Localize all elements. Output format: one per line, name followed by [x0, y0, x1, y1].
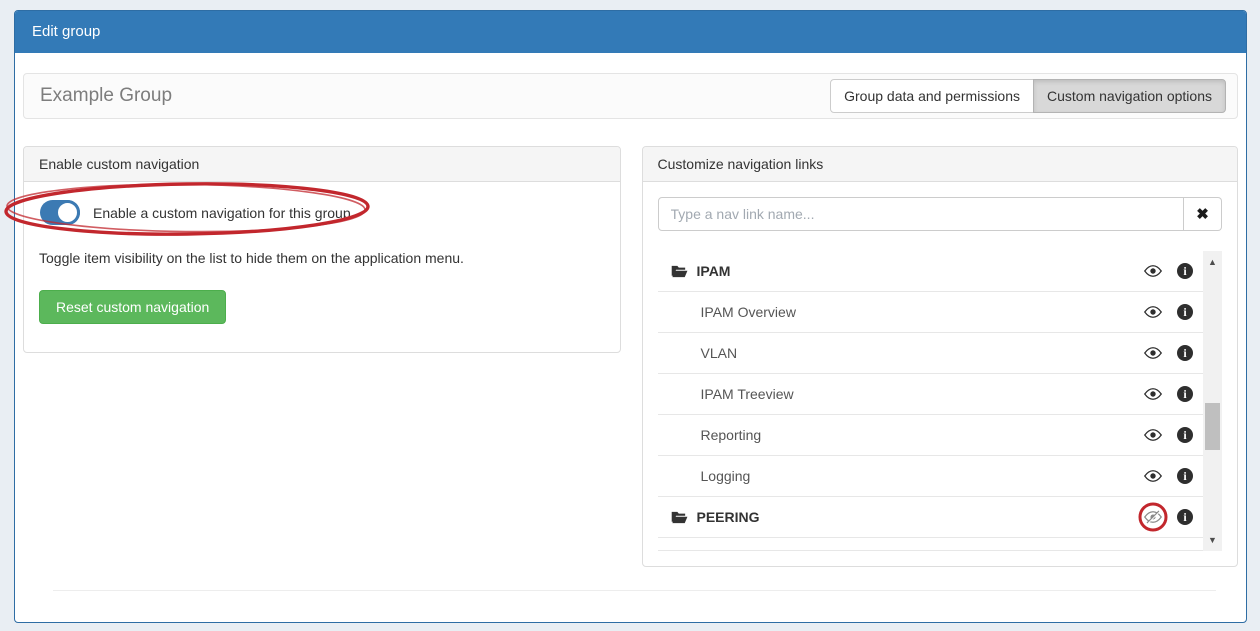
toggle-knob [55, 200, 80, 225]
clear-search-button[interactable]: ✖ [1184, 197, 1222, 231]
footer-divider [53, 590, 1216, 624]
nav-link-label: IPAM Treeview [701, 386, 794, 402]
customize-navigation-links-panel: Customize navigation links ✖ IPAM [642, 146, 1239, 567]
enable-custom-navigation-toggle[interactable] [40, 200, 80, 225]
info-circle-icon[interactable]: i [1176, 467, 1194, 485]
nav-link-row: IPAM Overview i [658, 292, 1204, 333]
visibility-help-text: Toggle item visibility on the list to hi… [39, 250, 605, 266]
info-circle-icon[interactable]: i [1176, 426, 1194, 444]
eye-icon[interactable] [1144, 262, 1162, 280]
close-icon: ✖ [1196, 205, 1209, 223]
reset-custom-navigation-button[interactable]: Reset custom navigation [39, 290, 226, 324]
eye-icon[interactable] [1144, 344, 1162, 362]
nav-link-label: IPAM [697, 263, 731, 279]
info-circle-icon[interactable]: i [1176, 303, 1194, 321]
group-name: Example Group [40, 85, 172, 107]
tab-group-data-and-permissions[interactable]: Group data and permissions [830, 79, 1034, 113]
nav-links-list-container: IPAM i [658, 251, 1223, 551]
enable-custom-navigation-panel: Enable custom navigation Enable a custom… [23, 146, 621, 353]
nav-link-search-group: ✖ [658, 197, 1223, 231]
nav-link-row: IPAM i [658, 251, 1204, 292]
info-circle-icon[interactable]: i [1176, 385, 1194, 403]
nav-link-row: PEERING i [658, 497, 1204, 538]
nav-link-row: Logging i [658, 456, 1204, 497]
eye-slash-icon[interactable] [1144, 508, 1162, 526]
info-circle-icon[interactable]: i [1176, 508, 1194, 526]
nav-link-label: Reporting [701, 427, 762, 443]
group-header-bar: Example Group Group data and permissions… [23, 73, 1238, 119]
enable-panel-title: Enable custom navigation [24, 147, 620, 182]
nav-link-label: VLAN [701, 345, 738, 361]
eye-icon[interactable] [1144, 426, 1162, 444]
nav-link-row: Reporting i [658, 415, 1204, 456]
folder-open-icon [671, 510, 688, 525]
nav-link-row-partial [658, 538, 1204, 551]
info-circle-icon[interactable]: i [1176, 344, 1194, 362]
list-scrollbar[interactable]: ▲ ▼ [1203, 251, 1222, 551]
enable-toggle-label: Enable a custom navigation for this grou… [93, 205, 351, 221]
nav-link-label: IPAM Overview [701, 304, 796, 320]
nav-link-label: PEERING [697, 509, 760, 525]
view-tabs: Group data and permissions Custom naviga… [830, 79, 1226, 113]
tab-custom-navigation-options[interactable]: Custom navigation options [1033, 79, 1226, 113]
scrollbar-down-arrow-icon[interactable]: ▼ [1203, 531, 1222, 549]
eye-icon[interactable] [1144, 467, 1162, 485]
scrollbar-up-arrow-icon[interactable]: ▲ [1203, 253, 1222, 271]
nav-link-row: IPAM Treeview i [658, 374, 1204, 415]
page-title: Edit group [15, 11, 1246, 53]
enable-toggle-row: Enable a custom navigation for this grou… [40, 200, 605, 225]
customize-panel-title: Customize navigation links [643, 147, 1238, 182]
nav-link-row: VLAN i [658, 333, 1204, 374]
nav-link-label: Logging [701, 468, 751, 484]
folder-open-icon [671, 264, 688, 279]
scrollbar-thumb[interactable] [1205, 403, 1220, 450]
nav-link-search-input[interactable] [658, 197, 1185, 231]
nav-links-list: IPAM i [658, 251, 1204, 551]
eye-icon[interactable] [1144, 385, 1162, 403]
eye-icon[interactable] [1144, 303, 1162, 321]
edit-group-panel: Edit group Example Group Group data and … [14, 10, 1247, 623]
info-circle-icon[interactable]: i [1176, 262, 1194, 280]
